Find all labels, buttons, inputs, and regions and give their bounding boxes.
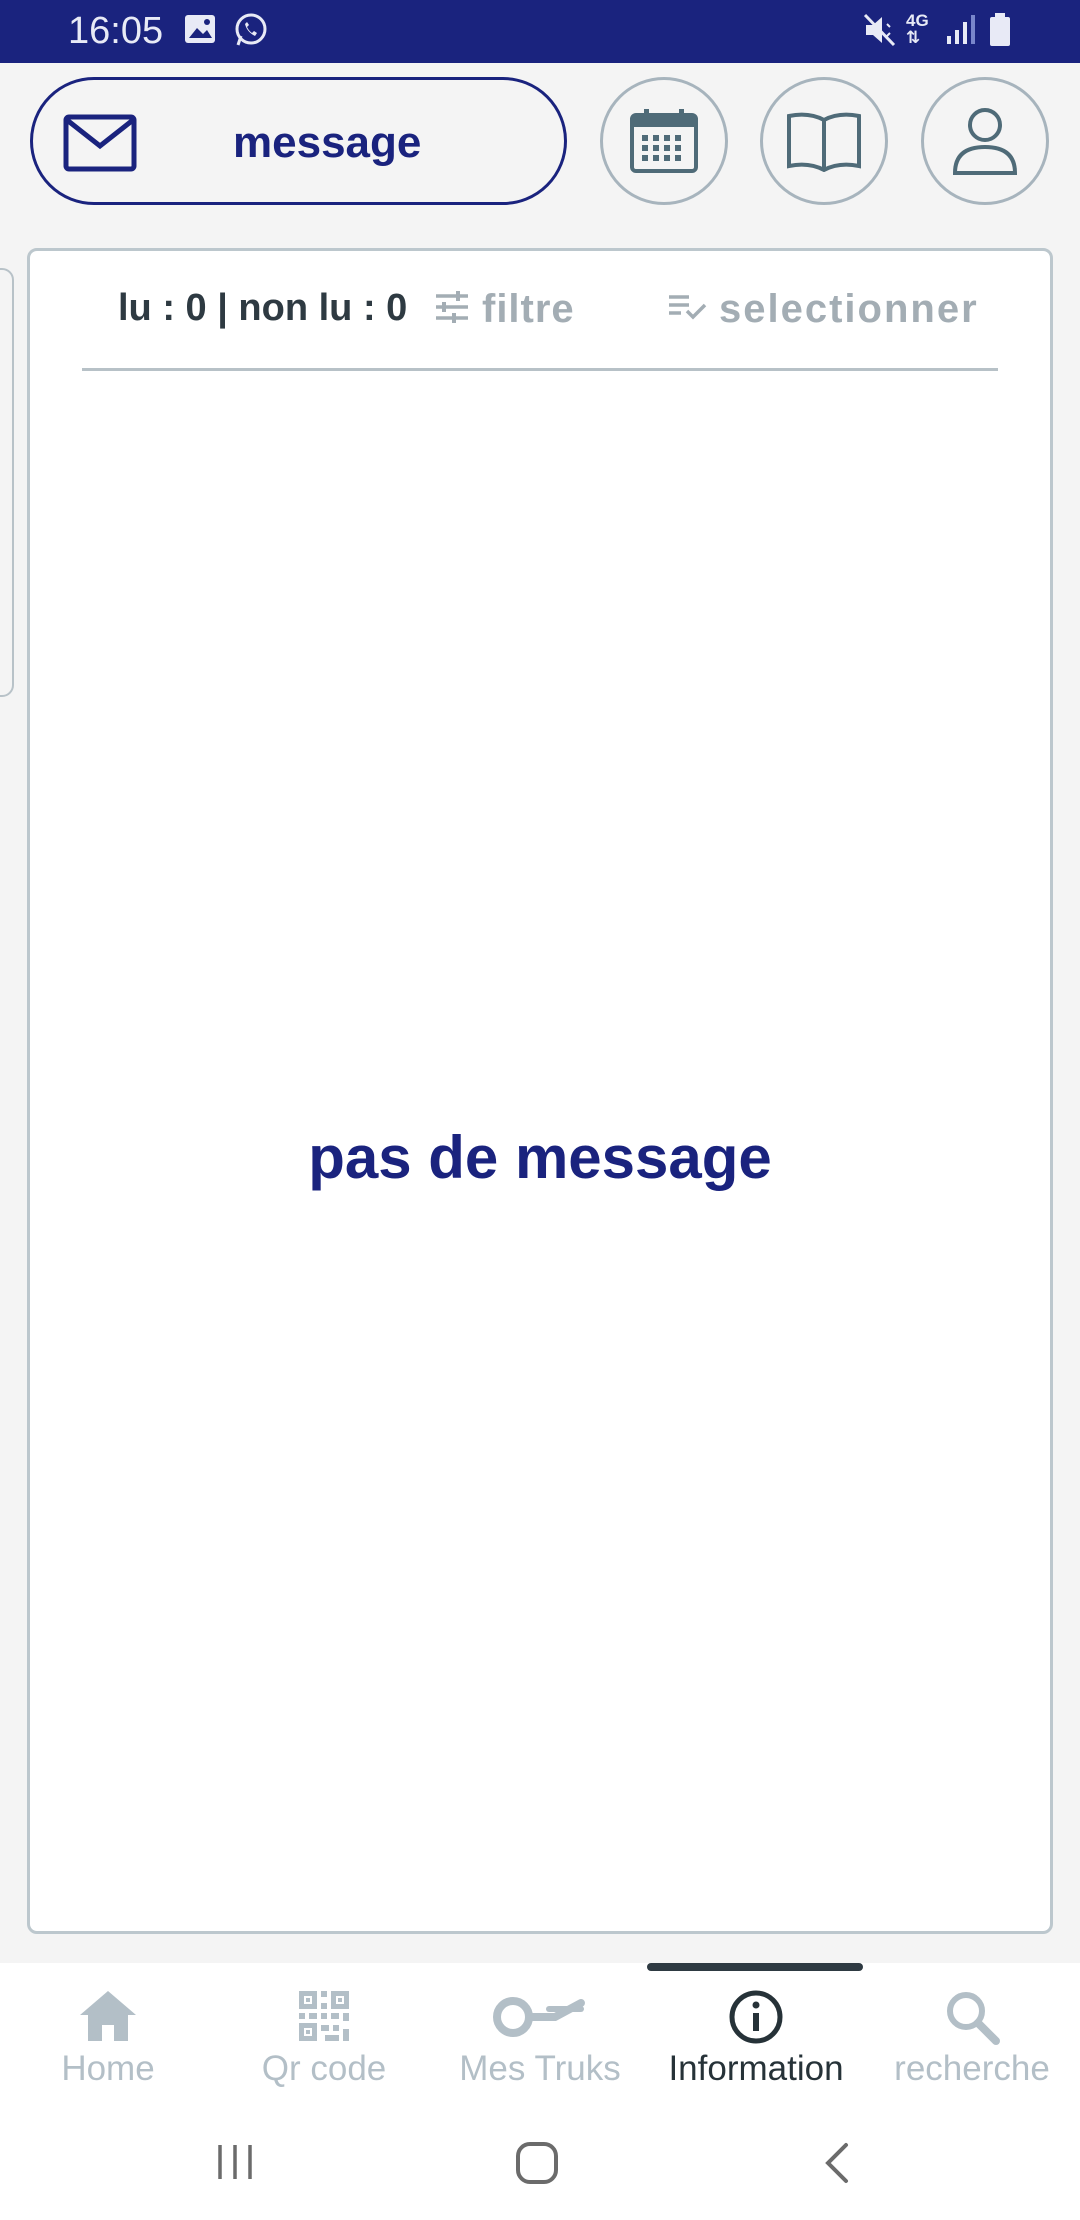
filter-button[interactable]: filtre: [434, 287, 575, 332]
nav-label-recherche: recherche: [894, 2049, 1050, 2088]
search-icon: [947, 1992, 1000, 2045]
nav-item-information[interactable]: Information: [648, 1963, 864, 2113]
checklist-icon: [669, 295, 707, 320]
battery-icon: [988, 12, 1012, 53]
mute-icon: [862, 12, 898, 53]
nav-item-recherche[interactable]: recherche: [864, 1963, 1080, 2113]
recent-apps-icon[interactable]: [214, 2141, 256, 2183]
message-button-label: message: [233, 118, 422, 167]
nav-label-qr-code: Qr code: [261, 2049, 387, 2088]
calendar-icon: [630, 109, 698, 173]
book-button[interactable]: [760, 77, 888, 205]
profile-button[interactable]: [921, 77, 1049, 205]
user-icon: [952, 108, 1018, 175]
status-time: 16:05: [68, 10, 164, 52]
4g-icon: 4G ⇅: [906, 11, 929, 47]
nav-label-information: Information: [668, 2049, 844, 2088]
message-list-card: lu : 0 | non lu : 0 filtre selectionner …: [27, 248, 1053, 1934]
nav-label-home: Home: [61, 2049, 155, 2088]
nav-item-mes-truks[interactable]: Mes Truks: [432, 1963, 648, 2113]
home-button-icon[interactable]: [515, 2141, 559, 2185]
key-icon: [493, 1997, 585, 2037]
network-type: 4G: [906, 11, 929, 30]
message-button[interactable]: message: [30, 77, 567, 205]
nav-item-qr-code[interactable]: Qr code: [216, 1963, 432, 2113]
nav-label-mes-truks: Mes Truks: [459, 2049, 621, 2088]
back-icon[interactable]: [822, 2141, 852, 2185]
book-icon: [787, 112, 861, 172]
side-panel-edge[interactable]: [0, 268, 14, 697]
bottom-navigation: Home Qr code Mes Truks Information reche…: [0, 1963, 1080, 2113]
qr-code-icon: [299, 1991, 349, 2041]
mail-icon: [63, 114, 137, 177]
calendar-button[interactable]: [600, 77, 728, 205]
system-navigation-bar: [0, 2113, 1080, 2220]
status-bar: 16:05 4G ⇅: [0, 0, 1080, 63]
message-toolbar: lu : 0 | non lu : 0 filtre selectionner: [82, 251, 998, 371]
whatsapp-icon: [233, 12, 269, 53]
filter-icon: [436, 291, 468, 324]
empty-state-message: pas de message: [308, 1124, 772, 1191]
info-icon: [729, 1990, 783, 2044]
select-label: selectionner: [719, 287, 979, 331]
image-icon: [183, 12, 217, 51]
home-icon: [80, 1991, 136, 2041]
signal-icon: [945, 12, 979, 51]
select-button[interactable]: selectionner: [667, 287, 979, 332]
filter-label: filtre: [482, 287, 575, 331]
nav-item-home[interactable]: Home: [0, 1963, 216, 2113]
read-unread-counts: lu : 0 | non lu : 0: [118, 287, 408, 329]
